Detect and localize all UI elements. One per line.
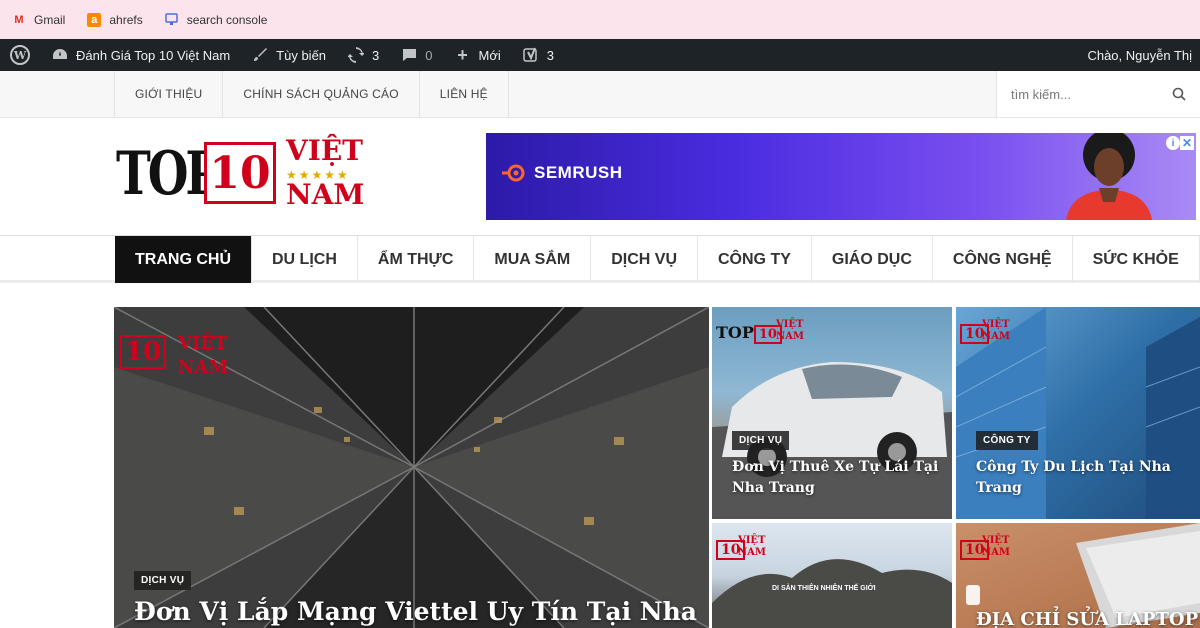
wp-logo-menu[interactable]: W (0, 39, 40, 71)
nav-item-services[interactable]: DỊCH VỤ (591, 236, 698, 283)
ad-info-icon[interactable]: i (1166, 136, 1180, 150)
yoast-menu[interactable]: 3 (511, 39, 564, 71)
top-nav-links: GIỚI THIỆU CHÍNH SÁCH QUẢNG CÁO LIÊN HỆ (114, 71, 509, 117)
watermark-logo: 10 VIỆT NAM (120, 333, 228, 378)
watermark-viet: VIỆT (982, 319, 1010, 330)
search-icon (1172, 87, 1186, 101)
ad-brand-text: SEMRUSH (534, 163, 623, 182)
skyscraper-image (114, 307, 709, 628)
top-navigation: GIỚI THIỆU CHÍNH SÁCH QUẢNG CÁO LIÊN HỆ (0, 71, 1200, 118)
watermark-viet: VIỆT (776, 319, 804, 330)
watermark-ten: 10 (120, 335, 167, 369)
search-button[interactable] (1157, 71, 1200, 117)
logo-ten-box: 10 (204, 142, 276, 204)
watermark-nam: NAM (982, 331, 1010, 342)
watermark-viet: VIỆT (982, 535, 1010, 546)
dashboard-icon (50, 45, 70, 65)
bookmarks-bar: M Gmail a ahrefs search console (0, 0, 1200, 39)
wordpress-icon: W (10, 45, 30, 65)
featured-post-4[interactable]: 10 VIỆT NAM DI SẢN THIÊN NHIÊN THẾ GIỚI (712, 523, 952, 628)
updates-count: 3 (372, 47, 380, 63)
site-name-menu[interactable]: Đánh Giá Top 10 Việt Nam (40, 39, 240, 71)
bookmark-label: Gmail (34, 12, 66, 27)
bookmark-search-console[interactable]: search console (165, 12, 268, 27)
ahrefs-icon: a (87, 12, 102, 27)
ad-banner[interactable]: SEMRUSH i ✕ (486, 133, 1196, 220)
comments-count: 0 (425, 47, 433, 63)
watermark-nam: NAM (178, 357, 229, 378)
new-label: Mới (478, 47, 501, 63)
topnav-link-contact[interactable]: LIÊN HỆ (420, 71, 509, 117)
yoast-count: 3 (546, 47, 554, 63)
semrush-logo-icon (502, 164, 525, 182)
ad-brand: SEMRUSH (500, 163, 623, 183)
watermark-nam: NAM (776, 331, 804, 342)
bookmark-label: search console (186, 12, 268, 27)
featured-post-3[interactable]: 10 VIỆT NAM CÔNG TY Công Ty Du Lịch Tại … (956, 307, 1200, 519)
watermark-logo: TOP 10 VIỆT NAM (716, 319, 804, 344)
search-box (996, 71, 1200, 117)
search-input[interactable] (997, 86, 1157, 102)
user-account-menu[interactable]: Chào, Nguyễn Thị (1077, 39, 1200, 71)
post-title[interactable]: Công Ty Du Lịch Tại Nha Trang (976, 457, 1190, 499)
watermark-viet: VIỆT (738, 535, 766, 546)
site-name: Đánh Giá Top 10 Việt Nam (76, 47, 231, 63)
post-title[interactable]: ĐỊA CHỈ SỬA LAPTOP (976, 609, 1198, 628)
watermark-logo: 10 VIỆT NAM (716, 535, 766, 560)
search-console-icon (165, 13, 179, 27)
post-title[interactable]: Đơn Vị Lắp Mạng Viettel Uy Tín Tại Nha (134, 597, 697, 626)
updates-menu[interactable]: 3 (336, 39, 389, 71)
post-category-badge[interactable]: DỊCH VỤ (732, 431, 790, 450)
logo-nam-text: NAM (286, 178, 365, 211)
nav-item-travel[interactable]: DU LỊCH (252, 236, 358, 283)
topnav-link-about[interactable]: GIỚI THIỆU (114, 71, 224, 117)
customize-menu[interactable]: Tùy biến (240, 39, 336, 71)
logo-top-text: TOP (116, 139, 221, 209)
watermark-top: TOP (716, 323, 754, 342)
nav-item-shopping[interactable]: MUA SẮM (474, 236, 592, 283)
logo-viet-text: VIỆT (286, 134, 363, 167)
nav-item-technology[interactable]: CÔNG NGHỆ (933, 236, 1073, 283)
bookmark-ahrefs[interactable]: a ahrefs (87, 12, 143, 27)
gmail-icon: M (14, 13, 24, 26)
watermark-viet: VIỆT (178, 333, 228, 354)
nav-item-education[interactable]: GIÁO DỤC (812, 236, 933, 283)
main-navigation: TRANG CHỦ DU LỊCH ẨM THỰC MUA SẮM DỊCH V… (0, 235, 1200, 283)
ad-close-icon[interactable]: ✕ (1180, 136, 1194, 150)
main-nav-links: TRANG CHỦ DU LỊCH ẨM THỰC MUA SẮM DỊCH V… (115, 236, 1200, 283)
comments-menu[interactable]: 0 (389, 39, 442, 71)
customize-label: Tùy biến (276, 47, 327, 63)
nav-item-health[interactable]: SỨC KHỎE (1073, 236, 1200, 283)
featured-post-2[interactable]: TOP 10 VIỆT NAM DỊCH VỤ Đơn Vị Thuê Xe Tự… (712, 307, 952, 519)
post-category-badge[interactable]: DỊCH VỤ (134, 571, 192, 590)
user-greeting: Chào, Nguyễn Thị (1087, 47, 1192, 63)
image-sign-text: DI SẢN THIÊN NHIÊN THẾ GIỚI (772, 585, 876, 592)
comment-icon (399, 45, 419, 65)
brush-icon (250, 45, 270, 65)
watermark-nam: NAM (738, 547, 766, 558)
yoast-icon (521, 45, 541, 65)
featured-post-5[interactable]: 10 VIỆT NAM ĐỊA CHỈ SỬA LAPTOP (956, 523, 1200, 628)
featured-post-main[interactable]: 10 VIỆT NAM DỊCH VỤ Đơn Vị Lắp Mạng Viet… (114, 307, 709, 628)
topnav-link-ad-policy[interactable]: CHÍNH SÁCH QUẢNG CÁO (223, 71, 420, 117)
post-title[interactable]: Đơn Vị Thuê Xe Tự Lái Tại Nha Trang (732, 457, 942, 499)
ad-person-image (1066, 133, 1152, 220)
watermark-logo: 10 VIỆT NAM (960, 319, 1010, 344)
nav-item-company[interactable]: CÔNG TY (698, 236, 812, 283)
wp-admin-bar: W Đánh Giá Top 10 Việt Nam Tùy biến 3 0 … (0, 39, 1200, 71)
nav-item-home[interactable]: TRANG CHỦ (115, 236, 252, 283)
plus-icon: + (457, 44, 468, 65)
bookmark-gmail[interactable]: M Gmail (12, 13, 65, 27)
post-category-badge[interactable]: CÔNG TY (976, 431, 1038, 450)
new-content-menu[interactable]: + Mới (443, 39, 511, 71)
updates-icon (346, 45, 366, 65)
site-logo[interactable]: TOP 10 VIỆT ★★★★★ NAM (116, 134, 408, 214)
nav-item-food[interactable]: ẨM THỰC (358, 236, 475, 283)
bookmark-label: ahrefs (109, 12, 143, 27)
watermark-nam: NAM (982, 547, 1010, 558)
watermark-logo: 10 VIỆT NAM (960, 535, 1010, 560)
